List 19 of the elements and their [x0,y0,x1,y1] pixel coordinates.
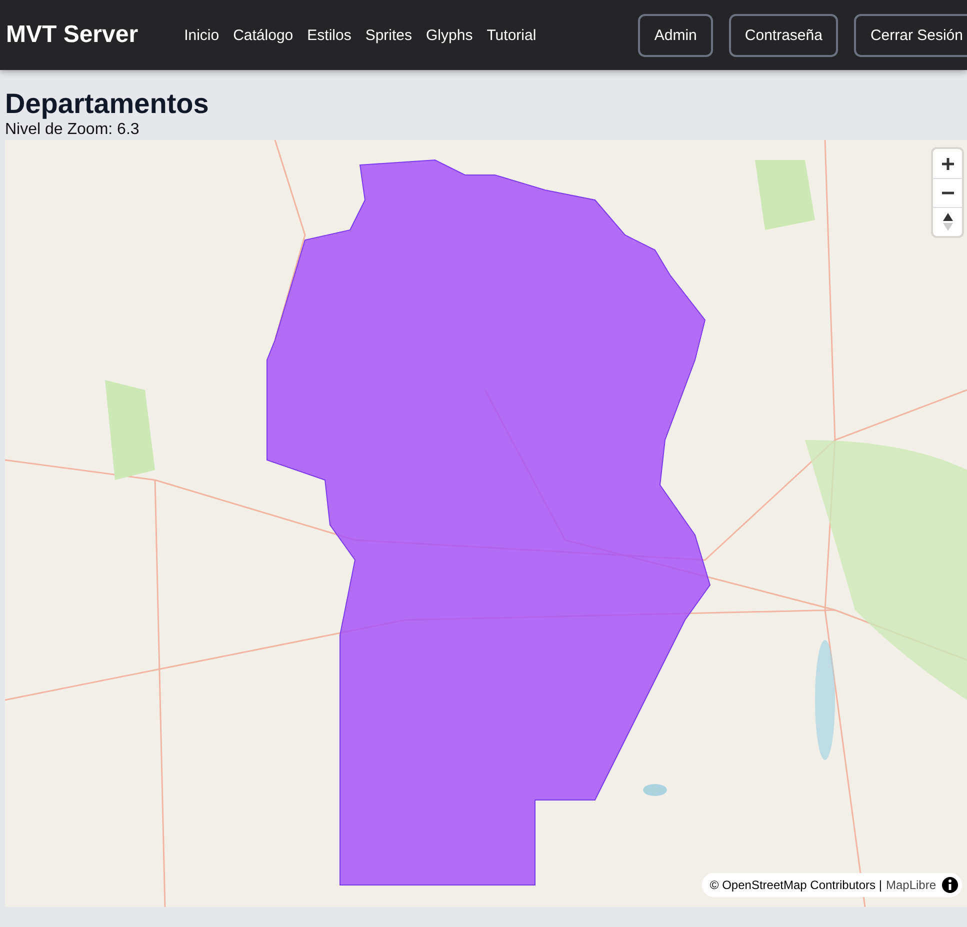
page-title: Departamentos [5,88,210,120]
nav-link[interactable]: Catálogo [233,26,294,44]
plus-icon [940,156,954,170]
nav-button[interactable]: Cerrar Sesión [854,14,967,56]
nav-link[interactable]: Inicio [184,26,220,44]
nav-link[interactable]: Estilos [307,26,352,44]
compass-icon [942,213,952,231]
nav-button[interactable]: Admin [638,14,713,56]
nav-link[interactable]: Glyphs [426,26,473,44]
zoom-level-label: Nivel de Zoom: 6.3 [5,120,140,140]
maplibre-link[interactable]: MapLibre [886,878,936,892]
map-view[interactable]: © OpenStreetMap Contributors | MapLibre [5,140,967,907]
attribution-text: © OpenStreetMap Contributors | [710,878,882,892]
info-icon[interactable] [940,875,960,895]
nav-link[interactable]: Sprites [365,26,412,44]
nav-link[interactable]: Tutorial [486,26,536,44]
brand-title[interactable]: MVT Server [6,21,138,49]
nav-button[interactable]: Contraseña [728,14,838,56]
departments-polygon[interactable] [266,160,711,886]
